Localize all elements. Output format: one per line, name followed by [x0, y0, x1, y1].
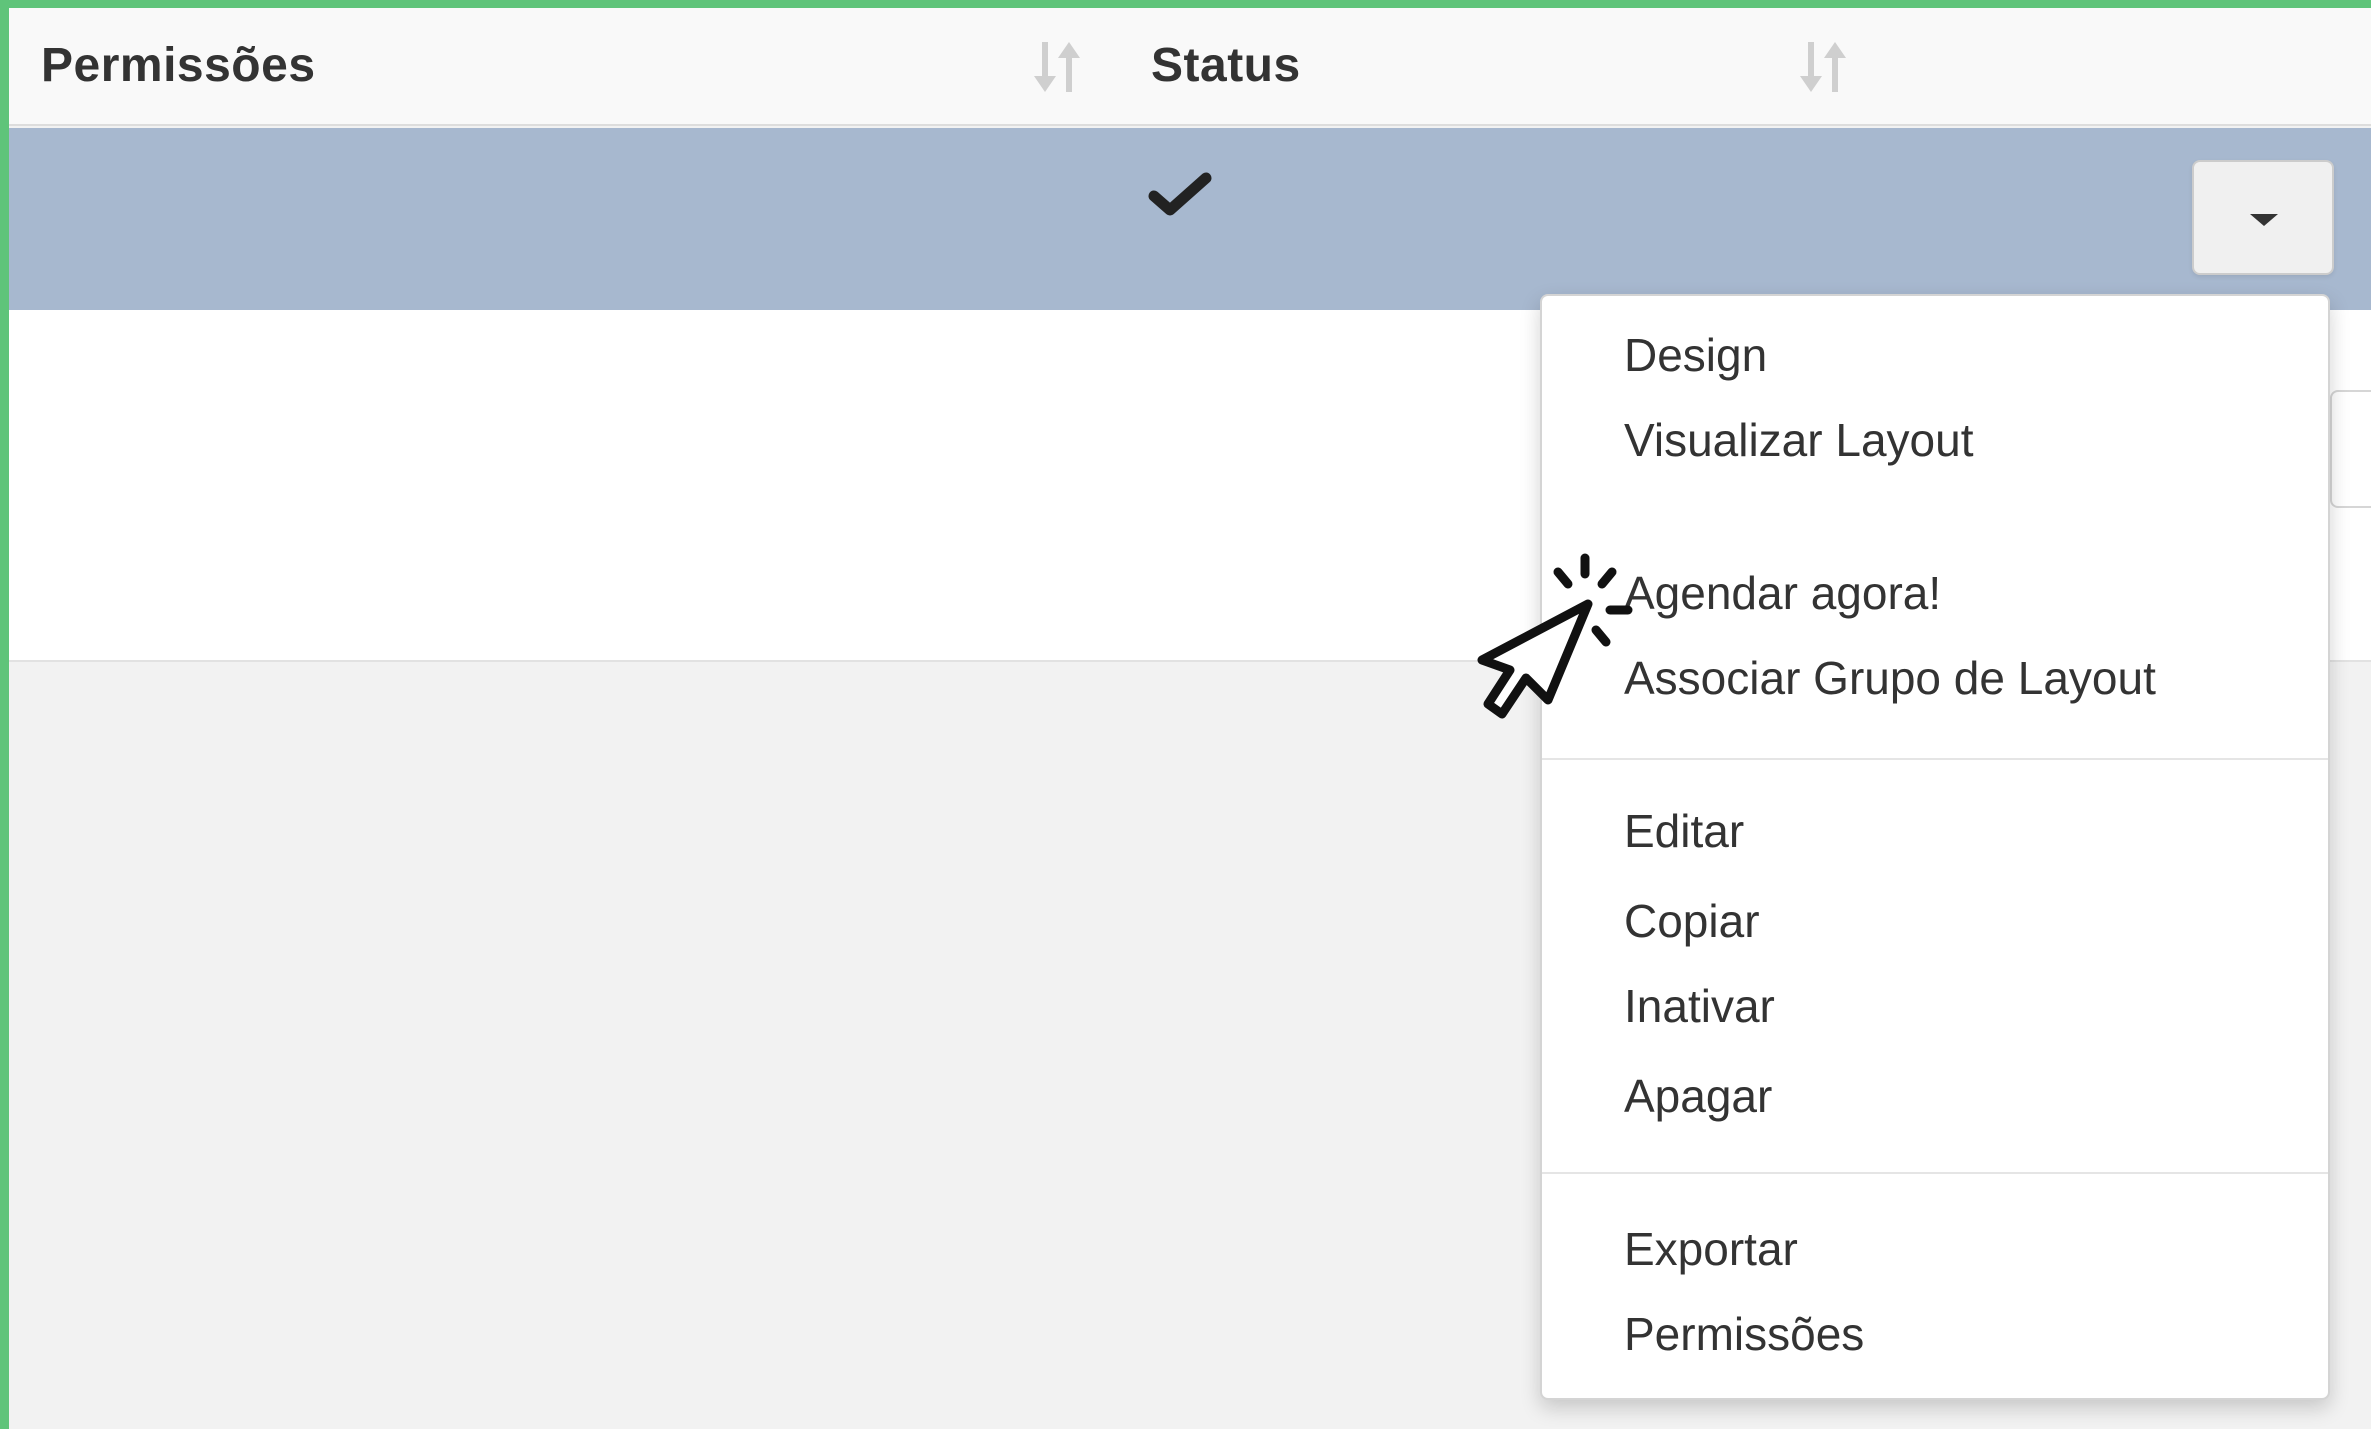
- menu-item-apagar[interactable]: Apagar: [1624, 1069, 1772, 1123]
- menu-item-exportar[interactable]: Exportar: [1624, 1222, 1798, 1276]
- sort-both-icon[interactable]: [1029, 36, 1089, 98]
- column-header-status[interactable]: Status: [1151, 38, 1301, 93]
- menu-item-design[interactable]: Design: [1624, 328, 1767, 382]
- menu-divider: [1542, 758, 2328, 760]
- menu-item-visualizar-layout[interactable]: Visualizar Layout: [1624, 413, 1973, 467]
- row-actions-dropdown-menu: Design Visualizar Layout Agendar agora! …: [1540, 294, 2330, 1400]
- menu-item-associar-grupo-de-layout[interactable]: Associar Grupo de Layout: [1624, 651, 2156, 705]
- row-actions-dropdown-button-partial[interactable]: [2330, 390, 2371, 508]
- table-header: Permissões Status: [9, 8, 2371, 126]
- sort-both-icon[interactable]: [1795, 36, 1855, 98]
- menu-item-inativar[interactable]: Inativar: [1624, 979, 1775, 1033]
- menu-divider: [1542, 1172, 2328, 1174]
- menu-item-editar[interactable]: Editar: [1624, 804, 1744, 858]
- caret-down-icon: [2250, 214, 2278, 226]
- column-header-permissoes[interactable]: Permissões: [41, 38, 316, 93]
- menu-item-copiar[interactable]: Copiar: [1624, 894, 1760, 948]
- menu-item-agendar-agora[interactable]: Agendar agora!: [1624, 566, 1941, 620]
- checkmark-icon: [1148, 172, 1212, 216]
- row-actions-dropdown-button[interactable]: [2192, 160, 2334, 275]
- click-cursor-icon: [1477, 553, 1633, 719]
- menu-item-permissoes[interactable]: Permissões: [1624, 1307, 1864, 1361]
